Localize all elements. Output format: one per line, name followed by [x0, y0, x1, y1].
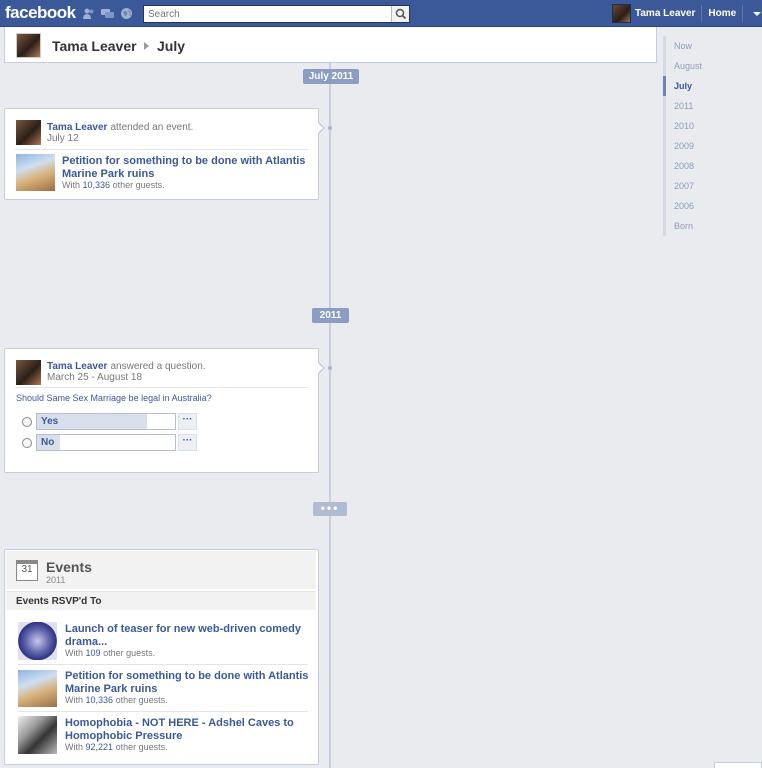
event-guests: With 10,336 other guests.	[65, 695, 168, 705]
guests-suffix: other guests.	[115, 695, 168, 705]
user-name-link[interactable]: Tama Leaver	[635, 8, 695, 19]
divider	[18, 664, 308, 665]
event-guests: With 109 other guests.	[65, 648, 155, 658]
profile-name-link[interactable]: Tama Leaver	[52, 38, 137, 54]
actor-link[interactable]: Tama Leaver	[47, 122, 107, 133]
poll-voters-button[interactable]: ···	[178, 413, 197, 430]
messages-icon[interactable]	[101, 7, 114, 20]
story-headline: Tama Leaver answered a question.	[47, 360, 206, 372]
story-verb: answered a question.	[110, 361, 206, 372]
nav-divider	[742, 5, 744, 22]
user-avatar[interactable]	[612, 4, 631, 23]
guests-prefix: With	[65, 648, 83, 658]
year-marker[interactable]: 2011	[312, 308, 349, 323]
year-nav-item-july[interactable]: July	[663, 76, 723, 96]
month-marker[interactable]: July 2011	[303, 69, 359, 84]
nav-divider	[701, 5, 703, 22]
year-nav-item-2006[interactable]: 2006	[663, 196, 723, 216]
poll-radio-no[interactable]	[22, 438, 32, 448]
guests-prefix: With	[62, 180, 80, 190]
story-date[interactable]: July 12	[47, 133, 79, 144]
poll-radio-yes[interactable]	[22, 417, 32, 427]
year-nav-item-2008[interactable]: 2008	[663, 156, 723, 176]
home-link[interactable]: Home	[708, 8, 736, 19]
poll-option-label: No	[41, 437, 55, 448]
poll-option-label: Yes	[41, 416, 59, 427]
profile-avatar[interactable]	[16, 33, 41, 58]
story-dot	[328, 366, 332, 370]
timeline-header: Tama Leaver July	[4, 27, 657, 63]
guests-suffix: other guests.	[103, 648, 156, 658]
poll-option-yes[interactable]: Yes	[36, 413, 176, 430]
year-nav-item-2010[interactable]: 2010	[663, 116, 723, 136]
event-guests: With 92,221 other guests.	[65, 742, 168, 752]
divider	[15, 149, 308, 150]
events-header: 31 Events 2011	[6, 551, 316, 589]
event-thumbnail[interactable]	[18, 716, 57, 754]
event-title-link[interactable]: Petition for something to be done with A…	[65, 670, 310, 696]
divider	[18, 711, 308, 712]
year-nav-item-2009[interactable]: 2009	[663, 136, 723, 156]
breadcrumb-arrow-icon	[144, 42, 149, 50]
account-menu-arrow-icon[interactable]	[753, 11, 762, 16]
story-dot	[328, 126, 332, 130]
card-pointer	[317, 361, 325, 375]
guests-count-link[interactable]: 109	[86, 648, 101, 658]
guests-prefix: With	[65, 695, 83, 705]
year-nav-item-2007[interactable]: 2007	[663, 176, 723, 196]
guests-prefix: With	[65, 742, 83, 752]
events-title[interactable]: Events	[46, 559, 92, 575]
actor-link[interactable]: Tama Leaver	[47, 361, 107, 372]
event-title-link[interactable]: Petition for something to be done with A…	[62, 155, 312, 181]
guests-count-link[interactable]: 10,336	[86, 695, 114, 705]
calendar-icon: 31	[16, 560, 38, 581]
event-story-card: Tama Leaver attended an event. July 12 P…	[4, 108, 325, 200]
timeline-spine	[329, 63, 331, 768]
event-guests: With 10,336 other guests.	[62, 180, 165, 190]
events-box: 31 Events 2011 Events RSVP'd To Launch o…	[4, 549, 319, 765]
poll-voters-button[interactable]: ···	[178, 434, 197, 451]
events-section-header: Events RSVP'd To	[6, 591, 316, 610]
story-avatar[interactable]	[16, 360, 41, 385]
story-date[interactable]: March 25 - August 18	[47, 372, 142, 383]
timeline-year-nav: Now August July 2011 2010 2009 2008 2007…	[663, 36, 723, 236]
search-button[interactable]	[391, 6, 409, 22]
guests-count-link[interactable]: 10,336	[83, 180, 111, 190]
friend-requests-icon[interactable]	[82, 7, 95, 20]
story-verb: attended an event.	[110, 122, 194, 133]
event-thumbnail[interactable]	[18, 670, 57, 707]
year-nav-item-2011[interactable]: 2011	[663, 96, 723, 116]
guests-suffix: other guests.	[112, 180, 165, 190]
search-field	[143, 5, 410, 23]
events-year: 2011	[46, 575, 66, 585]
chat-bar-edge[interactable]	[714, 762, 762, 768]
search-input[interactable]	[144, 6, 389, 22]
divider	[15, 387, 308, 388]
year-nav-item-august[interactable]: August	[663, 56, 723, 76]
magnifier-icon	[395, 8, 407, 20]
event-title-link[interactable]: Homophobia - NOT HERE - Adshel Caves to …	[65, 717, 310, 743]
top-bar: facebook Tama Leaver Home	[0, 0, 762, 27]
year-nav-item-now[interactable]: Now	[663, 36, 723, 56]
notifications-globe-icon[interactable]	[120, 7, 133, 20]
guests-suffix: other guests.	[115, 742, 168, 752]
event-title-link[interactable]: Launch of teaser for new web-driven come…	[65, 623, 310, 649]
user-nav: Tama Leaver Home	[612, 4, 762, 23]
story-avatar[interactable]	[16, 120, 41, 145]
question-link[interactable]: Should Same Sex Marriage be legal in Aus…	[16, 393, 212, 403]
guests-count-link[interactable]: 92,221	[86, 742, 114, 752]
show-more-marker[interactable]: •••	[313, 502, 347, 516]
story-headline: Tama Leaver attended an event.	[47, 121, 193, 133]
breadcrumb-month[interactable]: July	[157, 38, 185, 54]
year-nav-item-born[interactable]: Born	[663, 216, 723, 236]
facebook-logo[interactable]: facebook	[5, 3, 76, 23]
card-pointer	[317, 121, 325, 135]
event-thumbnail[interactable]	[18, 622, 57, 660]
question-story-card: Tama Leaver answered a question. March 2…	[4, 348, 325, 473]
poll-option-no[interactable]: No	[36, 434, 176, 451]
event-thumbnail[interactable]	[16, 154, 55, 191]
